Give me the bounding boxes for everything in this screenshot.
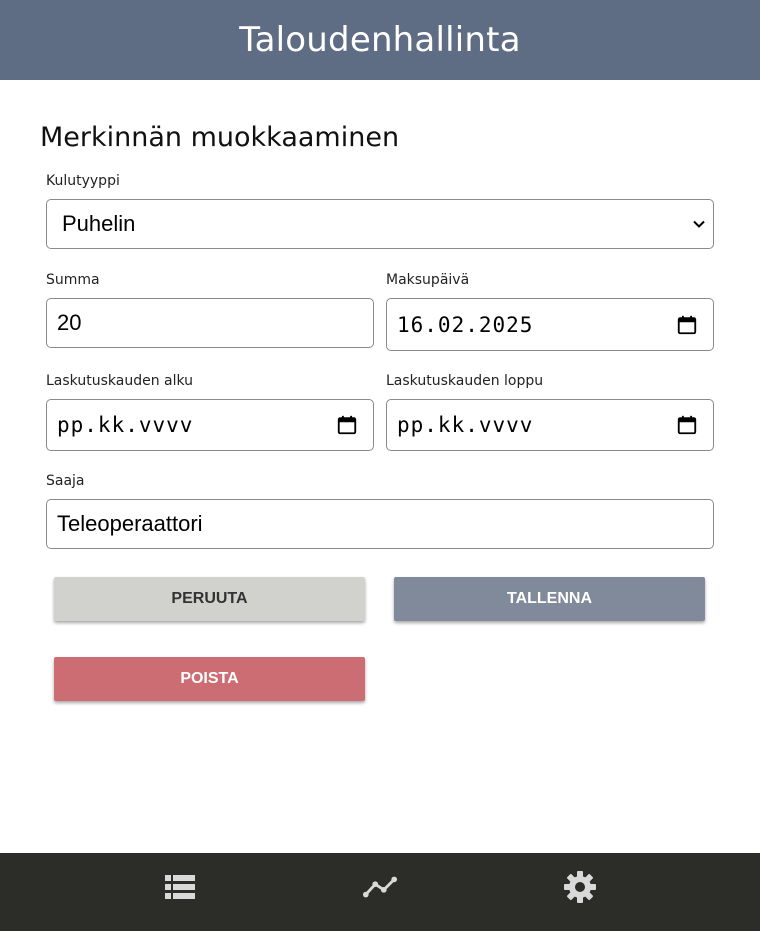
app-root: Taloudenhallinta Merkinnän muokkaaminen … <box>0 0 760 931</box>
nav-item-list[interactable] <box>162 869 198 905</box>
app-header: Taloudenhallinta <box>0 0 760 80</box>
app-title: Taloudenhallinta <box>239 20 521 60</box>
expense-type-value: Puhelin <box>62 211 136 236</box>
expense-type-label: Kulutyyppi <box>46 173 120 189</box>
gear-icon <box>564 871 596 903</box>
payee-value: Teleoperaattori <box>57 511 203 536</box>
payment-date-value: 16.02.2025 <box>397 312 534 337</box>
list-icon <box>165 875 195 899</box>
billing-start-value: pp.kk.vvvv <box>57 413 194 437</box>
payee-input[interactable]: Teleoperaattori <box>46 499 714 549</box>
amount-input[interactable]: 20 <box>46 298 374 348</box>
chevron-down-icon <box>693 220 705 228</box>
expense-type-select[interactable]: Puhelin <box>46 199 714 249</box>
billing-end-label: Laskutuskauden loppu <box>386 373 544 389</box>
save-button[interactable]: TALLENNA <box>394 577 705 621</box>
cancel-button[interactable]: PERUUTA <box>54 577 365 621</box>
billing-start-label: Laskutuskauden alku <box>46 373 194 389</box>
trend-chart-icon <box>362 876 398 898</box>
amount-label: Summa <box>46 272 100 288</box>
payee-label: Saaja <box>46 473 85 489</box>
amount-value: 20 <box>57 310 82 335</box>
calendar-icon[interactable] <box>336 414 358 436</box>
payment-date-label: Maksupäivä <box>386 272 470 288</box>
form-heading: Merkinnän muokkaaminen <box>40 122 400 153</box>
nav-item-settings[interactable] <box>562 869 598 905</box>
payment-date-input[interactable]: 16.02.2025 <box>386 298 714 351</box>
billing-end-input[interactable]: pp.kk.vvvv <box>386 399 714 451</box>
delete-button[interactable]: POISTA <box>54 657 365 701</box>
billing-start-input[interactable]: pp.kk.vvvv <box>46 399 374 451</box>
billing-end-value: pp.kk.vvvv <box>397 413 534 437</box>
nav-item-trends[interactable] <box>362 869 398 905</box>
calendar-icon[interactable] <box>676 414 698 436</box>
calendar-icon[interactable] <box>676 314 698 336</box>
bottom-nav <box>0 853 760 931</box>
